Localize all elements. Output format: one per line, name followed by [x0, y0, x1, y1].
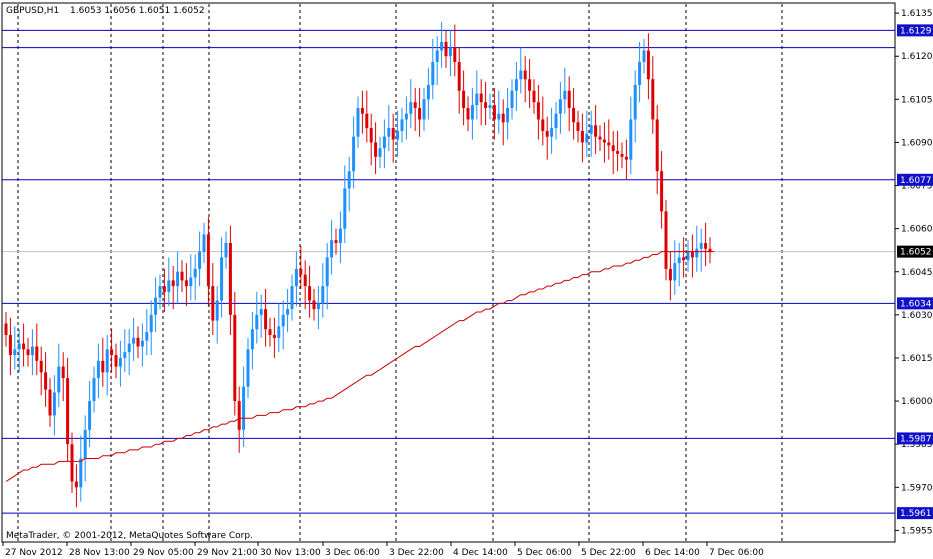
- x-tick-label-8: 5 Dec 06:00: [517, 548, 572, 558]
- x-tick-label-6: 3 Dec 22:00: [389, 548, 444, 558]
- hline-tag-label-4: 1.5961: [900, 509, 932, 519]
- x-tick-label-1: 28 Nov 13:00: [69, 548, 130, 558]
- x-tick-label-4: 30 Nov 13:00: [260, 548, 321, 558]
- y-tick-label-12: 1.5955: [901, 526, 933, 536]
- y-tick-label-9: 1.6000: [901, 397, 933, 407]
- x-tick-label-9: 5 Dec 22:00: [581, 548, 636, 558]
- y-tick-label-7: 1.6030: [901, 311, 933, 321]
- y-tick-label-11: 1.5970: [901, 483, 933, 493]
- y-tick-label-8: 1.6015: [901, 354, 933, 364]
- x-tick-label-10: 6 Dec 14:00: [645, 548, 700, 558]
- y-tick-label-0: 1.6135: [901, 9, 933, 19]
- x-tick-label-7: 4 Dec 14:00: [453, 548, 508, 558]
- symbol-label: GBPUSD,H1: [6, 6, 59, 16]
- x-tick-label-3: 29 Nov 21:00: [197, 548, 258, 558]
- x-tick-label-5: 3 Dec 06:00: [325, 548, 380, 558]
- hline-tag-label-0: 1.6129: [900, 26, 932, 36]
- y-tick-label-5: 1.6060: [901, 225, 933, 235]
- hline-tag-label-2: 1.6034: [900, 299, 932, 309]
- ohlc-label: 1.6053 1.6056 1.6051 1.6052: [70, 6, 205, 16]
- candle-150: [664, 199, 668, 281]
- chart-background: [0, 0, 933, 559]
- y-tick-label-6: 1.6045: [901, 268, 933, 278]
- y-tick-label-2: 1.6105: [901, 95, 933, 105]
- x-tick-label-0: 27 Nov 2012: [5, 548, 63, 558]
- hline-tag-label-3: 1.5987: [900, 434, 932, 444]
- x-tick-label-11: 7 Dec 06:00: [709, 548, 764, 558]
- price-chart[interactable]: 1.61351.61201.61051.60901.60751.60601.60…: [0, 0, 933, 559]
- copyright-label: MetaTrader, © 2001-2012, MetaQuotes Soft…: [6, 531, 253, 541]
- x-tick-label-2: 29 Nov 05:00: [133, 548, 194, 558]
- y-tick-label-3: 1.6090: [901, 138, 933, 148]
- hline-tag-label-1: 1.6077: [900, 176, 932, 186]
- current-price-label: 1.6052: [900, 248, 932, 258]
- y-tick-label-1: 1.6120: [901, 52, 933, 62]
